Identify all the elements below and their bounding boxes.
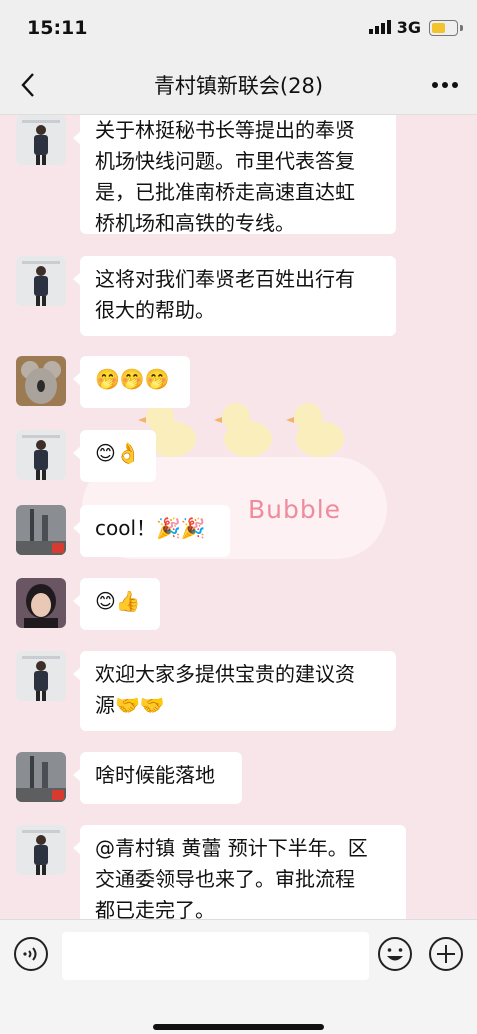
home-indicator [153, 1024, 324, 1030]
chat-title: 青村镇新联会(28) [153, 74, 324, 98]
city-avatar[interactable] [16, 752, 66, 802]
background-bubble-label: Bubble [248, 495, 342, 524]
status-bar: 15:11 3G [0, 0, 477, 56]
battery-icon [429, 20, 458, 36]
message-bubble[interactable]: 😊👌 [73, 430, 156, 482]
more-button[interactable] [431, 79, 459, 91]
city-avatar[interactable] [16, 505, 66, 555]
message-bubble[interactable]: 这将对我们奉贤老百姓出行有 很大的帮助。 [73, 256, 396, 336]
man-photo-avatar[interactable] [16, 825, 66, 875]
man-photo-avatar[interactable] [16, 430, 66, 480]
message-input[interactable] [62, 932, 369, 980]
emoji-button[interactable] [377, 936, 413, 972]
message-bubble[interactable]: cool！🎉🎉 [73, 505, 230, 557]
message-bubble[interactable]: 啥时候能落地 [73, 752, 242, 804]
navigation-bar: 青村镇新联会(28) [0, 56, 477, 115]
message-bubble[interactable]: 关于林挺秘书长等提出的奉贤 机场快线问题。市里代表答复 是，已批准南桥走高速直达… [73, 115, 396, 235]
koala-avatar[interactable] [16, 356, 66, 406]
voice-button[interactable] [13, 936, 49, 972]
input-bar [0, 919, 477, 1034]
status-time: 15:11 [27, 17, 88, 39]
chat-area[interactable]: Bubble 关于林挺秘书长等提出的奉贤 机场快线问题。市里代表答复 是，已批准… [0, 115, 477, 919]
network-label: 3G [396, 18, 421, 37]
message-bubble[interactable]: 欢迎大家多提供宝贵的建议资 源🤝🤝 [73, 651, 396, 731]
message-bubble[interactable]: 😊👍 [73, 578, 160, 630]
man-photo-avatar[interactable] [16, 256, 66, 306]
message-bubble[interactable]: @青村镇 黄蕾 预计下半年。区 交通委领导也来了。审批流程 都已走完了。 [73, 825, 406, 919]
message-bubble[interactable]: 🤭🤭🤭 [73, 356, 190, 408]
signal-icon [369, 20, 391, 34]
man-photo-avatar[interactable] [16, 115, 66, 165]
woman-avatar[interactable] [16, 578, 66, 628]
man-photo-avatar[interactable] [16, 651, 66, 701]
plus-button[interactable] [428, 936, 464, 972]
